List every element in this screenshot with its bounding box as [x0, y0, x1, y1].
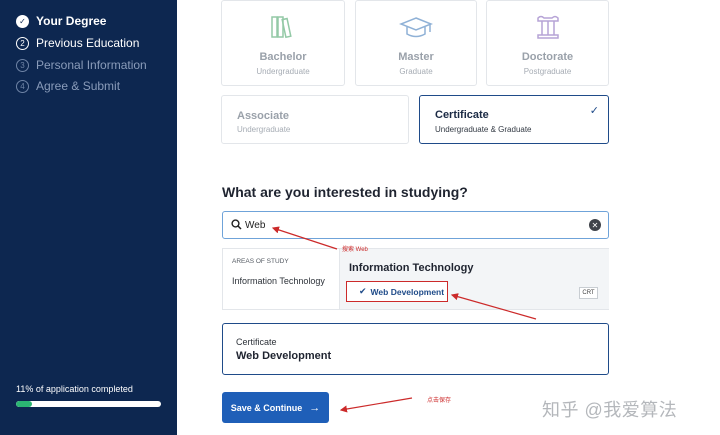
annotation-arrow-search — [271, 226, 338, 250]
annotation-arrow-save — [339, 397, 413, 413]
annotation-save: 点击保存 — [427, 398, 452, 404]
watermark: 知乎 @我爱算法 — [542, 400, 678, 420]
annotation-search: 搜索 Web — [342, 247, 368, 253]
annotation-arrows — [271, 226, 537, 413]
annotation-arrow-result — [450, 293, 537, 320]
